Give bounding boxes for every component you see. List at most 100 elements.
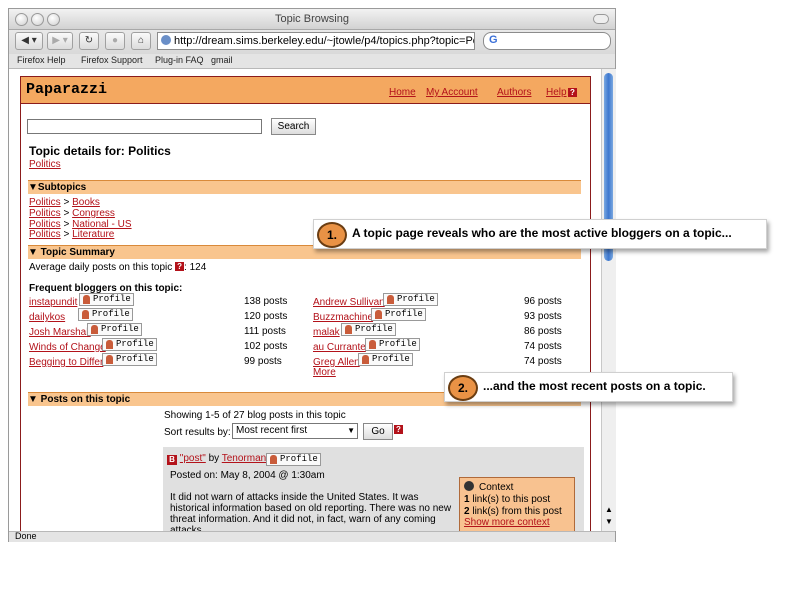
person-icon <box>106 355 113 364</box>
sort-select[interactable]: Most recent first ▼ <box>232 423 358 439</box>
help-badge-icon[interactable]: ? <box>175 262 185 271</box>
average-daily-posts-label: Average daily posts on this topic <box>29 262 173 273</box>
average-daily-posts: Average daily posts on this topic ?: 124 <box>29 262 206 273</box>
profile-button[interactable]: Profile <box>87 323 142 336</box>
profile-button[interactable]: Profile <box>358 353 413 366</box>
callout-1-number: 1. <box>317 222 347 248</box>
show-more-context-link[interactable]: Show more context <box>464 517 550 528</box>
toolbar-toggle-icon[interactable] <box>593 14 609 24</box>
profile-button[interactable]: Profile <box>78 308 133 321</box>
subtopic-separator: > <box>63 229 70 240</box>
nav-help-link[interactable]: Help <box>546 87 567 98</box>
profile-button[interactable]: Profile <box>341 323 396 336</box>
web-search-field[interactable]: G <box>483 32 611 50</box>
help-badge-icon[interactable]: ? <box>394 425 403 434</box>
url-field[interactable]: http://dream.sims.berkeley.edu/~jtowle/p… <box>157 32 475 50</box>
blog-badge-icon: B <box>167 455 177 465</box>
search-button[interactable]: Search <box>271 118 316 135</box>
post-by-label: by <box>208 453 220 464</box>
blogger-link[interactable]: Winds of Change <box>29 342 106 353</box>
post-body-line: historical information based on old repo… <box>170 503 452 514</box>
blogger-post-count: 93 posts <box>524 311 562 322</box>
bookmark-firefox-support[interactable]: Firefox Support <box>81 55 143 65</box>
post-result: B "post" by Tenorman Profile Posted on: … <box>163 447 584 531</box>
sort-go-button[interactable]: Go <box>363 423 393 440</box>
subtopic-parent-link[interactable]: Politics <box>29 229 61 240</box>
subtopic-parent-link[interactable]: Politics <box>29 208 61 219</box>
callout-2: 2. ...and the most recent posts on a top… <box>444 372 733 402</box>
blogger-link[interactable]: instapundit <box>29 297 77 308</box>
profile-label: Profile <box>116 354 154 364</box>
bookmark-plugin-faq[interactable]: Plug-in FAQ <box>155 55 204 65</box>
subtopic-books-link[interactable]: Books <box>72 197 100 208</box>
scroll-up-icon[interactable]: ▲ <box>605 505 613 514</box>
context-title: Context <box>479 482 514 493</box>
stop-icon[interactable]: ● <box>105 32 125 50</box>
profile-button[interactable]: Profile <box>266 453 321 466</box>
topic-heading: Topic details for: Politics <box>29 144 171 158</box>
status-bar: Done <box>9 531 615 542</box>
post-author-link[interactable]: Tenorman <box>222 453 266 464</box>
profile-button[interactable]: Profile <box>102 353 157 366</box>
blogger-post-count: 74 posts <box>524 341 562 352</box>
back-button[interactable]: ◀ ▾ <box>15 32 43 50</box>
paparazzi-page: Paparazzi Home My Account Authors Help ?… <box>20 76 591 531</box>
context-links-from-label: link(s) from this post <box>472 506 562 517</box>
profile-label: Profile <box>101 324 139 334</box>
vertical-scrollbar[interactable]: ▲ ▼ <box>601 69 616 531</box>
person-icon <box>91 325 98 334</box>
average-daily-posts-value: : 124 <box>184 262 207 273</box>
subtopics-section-header[interactable]: ▼Subtopics <box>28 180 581 194</box>
subtopic-parent-link[interactable]: Politics <box>29 197 61 208</box>
browser-window: Topic Browsing ◀ ▾ ▶ ▾ ↻ ● ⌂ http://drea… <box>8 8 616 542</box>
subtopic-row: Politics > Books <box>29 197 100 208</box>
profile-button[interactable]: Profile <box>365 338 420 351</box>
profile-button[interactable]: Profile <box>371 308 426 321</box>
forward-button[interactable]: ▶ ▾ <box>47 32 73 50</box>
profile-label: Profile <box>93 294 131 304</box>
subtopic-congress-link[interactable]: Congress <box>72 208 115 219</box>
status-text: Done <box>15 531 37 541</box>
topic-summary-title: ▼ Topic Summary <box>28 247 115 258</box>
profile-label: Profile <box>385 309 423 319</box>
profile-button[interactable]: Profile <box>79 293 134 306</box>
subtopics-title: ▼Subtopics <box>28 182 87 193</box>
profile-button[interactable]: Profile <box>383 293 438 306</box>
person-icon <box>82 310 89 319</box>
chevron-down-icon: ▼ <box>347 426 355 435</box>
search-input[interactable] <box>27 119 262 134</box>
bookmarks-toolbar: Firefox Help Firefox Support Plug-in FAQ… <box>9 54 615 69</box>
callout-1-text: A topic page reveals who are the most ac… <box>352 226 732 240</box>
context-links-to: 1 link(s) to this post <box>464 494 550 505</box>
post-title-link[interactable]: "post" <box>180 453 206 464</box>
context-links-from-count: 2 <box>464 506 470 517</box>
blogger-link[interactable]: Andrew Sullivan <box>313 297 385 308</box>
scroll-down-icon[interactable]: ▼ <box>605 517 613 526</box>
nav-home-link[interactable]: Home <box>389 87 416 98</box>
blogger-link[interactable]: au Currante <box>313 342 366 353</box>
blogger-link[interactable]: Josh Marshall <box>29 327 91 338</box>
bookmark-firefox-help[interactable]: Firefox Help <box>17 55 66 65</box>
topic-breadcrumb-link[interactable]: Politics <box>29 159 61 170</box>
blogger-post-count: 86 posts <box>524 326 562 337</box>
profile-label: Profile <box>280 454 318 464</box>
blogger-link[interactable]: Begging to Differ <box>29 357 103 368</box>
profile-label: Profile <box>355 324 393 334</box>
navigation-toolbar: ◀ ▾ ▶ ▾ ↻ ● ⌂ http://dream.sims.berkeley… <box>9 30 615 54</box>
profile-label: Profile <box>397 294 435 304</box>
blogger-link[interactable]: Buzzmachine <box>313 312 373 323</box>
more-bloggers-link[interactable]: More <box>313 367 336 378</box>
site-header: Paparazzi Home My Account Authors Help ? <box>21 77 590 104</box>
blogger-link[interactable]: malak <box>313 327 340 338</box>
site-logo[interactable]: Paparazzi <box>26 81 107 98</box>
help-badge-icon[interactable]: ? <box>568 88 577 97</box>
nav-my-account-link[interactable]: My Account <box>426 87 478 98</box>
profile-button[interactable]: Profile <box>102 338 157 351</box>
nav-authors-link[interactable]: Authors <box>497 87 531 98</box>
home-icon[interactable]: ⌂ <box>131 32 151 50</box>
bookmark-gmail[interactable]: gmail <box>211 55 233 65</box>
posts-section-title: ▼ Posts on this topic <box>28 394 131 405</box>
subtopic-literature-link[interactable]: Literature <box>72 229 114 240</box>
blogger-link[interactable]: dailykos <box>29 312 65 323</box>
reload-icon[interactable]: ↻ <box>79 32 99 50</box>
